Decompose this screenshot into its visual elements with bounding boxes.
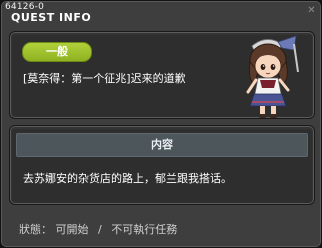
window-title: QUEST INFO	[11, 11, 92, 24]
quest-info-window: 64126-0 QUEST INFO ✕ 一般 [莫奈得：第一个征兆]迟来的道歉	[0, 0, 322, 248]
status-separator: /	[98, 223, 102, 236]
content-description: 去苏娜安的杂货店的路上，郁兰跟我搭话。	[23, 172, 232, 185]
quest-summary-panel: 一般 [莫奈得：第一个征兆]迟来的道歉	[9, 31, 315, 119]
status-label: 狀態：	[19, 223, 52, 236]
quest-content-panel: 内容 去苏娜安的杂货店的路上，郁兰跟我搭话。	[9, 125, 315, 205]
status-value-start: 可開始	[55, 223, 89, 236]
close-icon[interactable]: ✕	[306, 5, 317, 16]
status-value-unavailable: 不可執行任務	[111, 223, 178, 236]
npc-portrait-icon	[246, 35, 299, 118]
quest-status-line: 狀態： 可開始 / 不可執行任務	[19, 221, 177, 237]
content-section-header: 内容	[16, 133, 308, 157]
quest-type-badge: 一般	[22, 42, 92, 62]
quest-name: [莫奈得：第一个征兆]迟来的道歉	[23, 72, 186, 85]
